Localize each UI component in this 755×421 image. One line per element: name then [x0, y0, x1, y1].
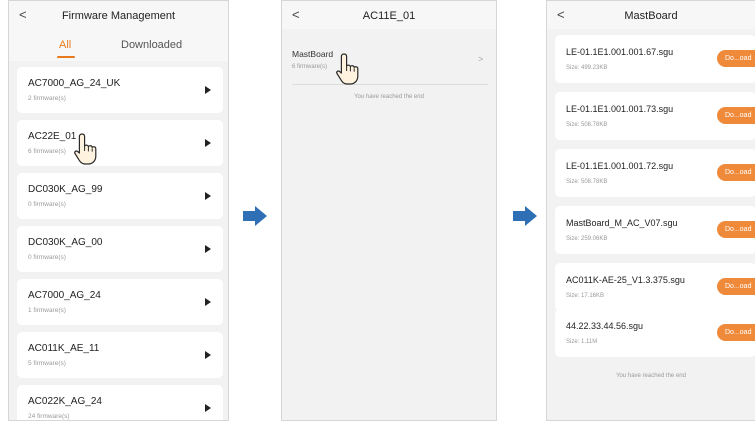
tab-downloaded[interactable]: Downloaded — [121, 39, 182, 51]
file-size: Size: 508.78KB — [566, 179, 608, 185]
firmware-count: 0 firmware(s) — [28, 254, 66, 261]
firmware-file-item: MastBoard_M_AC_V07.sgu Size: 259.06KB Do… — [555, 206, 755, 254]
divider — [292, 84, 488, 85]
file-name: LE-01.1E1.001.001.67.sgu — [566, 47, 674, 57]
firmware-list-item[interactable]: AC7000_AG_24_UK 2 firmware(s) — [17, 67, 223, 113]
play-icon — [205, 298, 211, 306]
mastboard-screen: < MastBoard LE-01.1E1.001.001.67.sgu Siz… — [546, 0, 755, 421]
firmware-name: AC7000_AG_24_UK — [28, 78, 121, 89]
file-size: Size: 259.06KB — [566, 236, 608, 242]
firmware-name: DC030K_AG_99 — [28, 184, 103, 195]
play-icon — [205, 192, 211, 200]
board-list-screen: < AC11E_01 MastBoard 6 firmware(s) > You… — [281, 0, 497, 421]
firmware-list-item[interactable]: DC030K_AG_99 0 firmware(s) — [17, 173, 223, 219]
firmware-file-item: LE-01.1E1.001.001.72.sgu Size: 508.78KB … — [555, 149, 755, 197]
firmware-list-item[interactable]: AC011K_AE_11 5 firmware(s) — [17, 332, 223, 378]
play-icon — [205, 139, 211, 147]
file-size: Size: 508.78KB — [566, 122, 608, 128]
end-of-list-text: You have reached the end — [354, 94, 424, 100]
hand-pointer-icon — [74, 133, 97, 165]
firmware-count: 5 firmware(s) — [28, 360, 66, 367]
file-name: LE-01.1E1.001.001.72.sgu — [566, 161, 674, 171]
play-icon — [205, 404, 211, 412]
firmware-file-item: 44.22.33.44.56.sgu Size: 1.11M Do...oad — [555, 309, 755, 357]
nav-bar: < AC11E_01 — [282, 1, 496, 29]
download-button[interactable]: Do...oad — [717, 50, 755, 67]
firmware-name: DC030K_AG_00 — [28, 237, 103, 248]
firmware-name: AC22E_01 — [28, 131, 77, 142]
nav-bar: < Firmware Management — [9, 1, 228, 29]
download-button[interactable]: Do...oad — [717, 107, 755, 124]
arrow-right-icon — [513, 206, 537, 226]
firmware-name: AC011K_AE_11 — [28, 343, 100, 354]
firmware-count: 1 firmware(s) — [28, 307, 66, 314]
firmware-count: 2 firmware(s) — [28, 95, 66, 102]
file-name: 44.22.33.44.56.sgu — [566, 321, 644, 331]
tab-all[interactable]: All — [59, 39, 71, 51]
file-name: LE-01.1E1.001.001.73.sgu — [566, 104, 674, 114]
hand-pointer-icon — [336, 53, 359, 85]
file-size: Size: 499.23KB — [566, 65, 608, 71]
firmware-name: AC7000_AG_24 — [28, 290, 101, 301]
file-size: Size: 1.11M — [566, 339, 598, 345]
page-title: AC11E_01 — [362, 10, 416, 22]
file-name: AC011K-AE-25_V1.3.375.sgu — [566, 275, 685, 285]
board-firmware-count: 6 firmware(s) — [292, 64, 328, 70]
page-title: Firmware Management — [61, 10, 176, 22]
board-list-item[interactable]: MastBoard 6 firmware(s) — [290, 29, 490, 85]
arrow-right-icon — [243, 206, 267, 226]
nav-bar: < MastBoard — [547, 1, 755, 29]
end-of-list-text: You have reached the end — [616, 373, 686, 379]
firmware-count: 0 firmware(s) — [28, 201, 66, 208]
play-icon — [205, 86, 211, 94]
firmware-name: AC022K_AG_24 — [28, 396, 102, 407]
play-icon — [205, 245, 211, 253]
firmware-list-item[interactable]: AC7000_AG_24 1 firmware(s) — [17, 279, 223, 325]
file-name: MastBoard_M_AC_V07.sgu — [566, 218, 678, 228]
firmware-file-item: LE-01.1E1.001.001.67.sgu Size: 499.23KB … — [555, 35, 755, 83]
download-button[interactable]: Do...oad — [717, 324, 755, 341]
board-name: MastBoard — [292, 49, 334, 59]
firmware-list-item[interactable]: AC022K_AG_24 24 firmware(s) — [17, 385, 223, 420]
download-button[interactable]: Do...oad — [717, 278, 755, 295]
firmware-management-screen: < Firmware Management All Downloaded AC7… — [8, 0, 229, 421]
play-icon — [205, 351, 211, 359]
download-button[interactable]: Do...oad — [717, 221, 755, 238]
download-button[interactable]: Do...oad — [717, 164, 755, 181]
file-size: Size: 17.16KB — [566, 293, 605, 299]
tab-bar: All Downloaded — [9, 29, 228, 61]
firmware-file-item: AC011K-AE-25_V1.3.375.sgu Size: 17.16KB … — [555, 263, 755, 311]
tab-active-indicator — [57, 56, 75, 58]
firmware-count: 6 firmware(s) — [28, 148, 66, 155]
firmware-list-item[interactable]: AC22E_01 6 firmware(s) — [17, 120, 223, 166]
chevron-right-icon: > — [478, 54, 484, 64]
firmware-list-item[interactable]: DC030K_AG_00 0 firmware(s) — [17, 226, 223, 272]
page-title: MastBoard — [624, 10, 678, 22]
firmware-file-item: LE-01.1E1.001.001.73.sgu Size: 508.78KB … — [555, 92, 755, 140]
firmware-count: 24 firmware(s) — [28, 413, 70, 420]
